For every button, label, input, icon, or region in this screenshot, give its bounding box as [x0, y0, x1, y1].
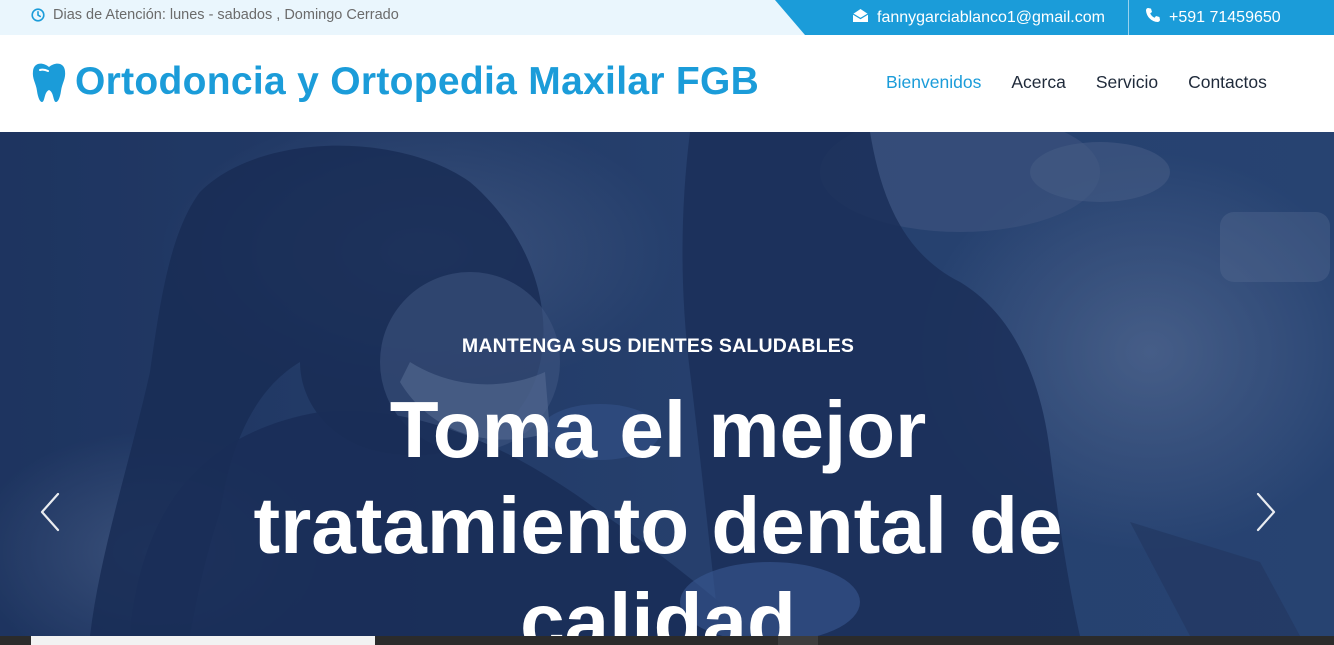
taskbar-app-button[interactable] — [778, 636, 818, 645]
phone-contact[interactable]: +591 71459650 — [1145, 0, 1281, 35]
hero-subtitle: MANTENGA SUS DIENTES SALUDABLES — [461, 335, 855, 357]
hero-title: Toma el mejor tratamiento dental de cali… — [0, 382, 1316, 636]
nav-item-contactos[interactable]: Contactos — [1188, 72, 1267, 93]
taskbar-search-box[interactable] — [31, 636, 375, 645]
clock-icon — [31, 7, 45, 22]
contact-divider — [1128, 0, 1129, 35]
hero-title-line: tratamiento dental de — [253, 481, 1063, 570]
phone-icon — [1145, 7, 1161, 28]
chevron-left-icon — [40, 492, 60, 532]
main-nav: Bienvenidos Acerca Servicio Contactos — [886, 72, 1267, 93]
envelope-icon — [852, 8, 869, 28]
contact-bar: fannygarciablanco1@gmail.com +591 714596… — [775, 0, 1334, 35]
carousel-prev-button[interactable] — [36, 492, 66, 532]
chevron-right-icon — [1256, 492, 1276, 532]
tooth-icon — [31, 61, 67, 103]
hero-title-line: calidad — [520, 577, 796, 636]
email-text[interactable]: fannygarciablanco1@gmail.com — [877, 9, 1105, 27]
brand-name[interactable]: Ortodoncia y Ortopedia Maxilar FGB — [75, 60, 759, 104]
hero-title-line: Toma el mejor — [389, 385, 927, 474]
nav-item-servicio[interactable]: Servicio — [1096, 72, 1158, 93]
top-info-bar: Dias de Atención: lunes - sabados , Domi… — [0, 0, 1334, 35]
main-navbar: Ortodoncia y Ortopedia Maxilar FGB Bienv… — [0, 35, 1334, 132]
brand-logo[interactable]: Ortodoncia y Ortopedia Maxilar FGB — [31, 60, 759, 104]
os-taskbar — [0, 636, 1334, 645]
email-contact[interactable]: fannygarciablanco1@gmail.com — [852, 0, 1105, 35]
opening-hours: Dias de Atención: lunes - sabados , Domi… — [31, 0, 399, 29]
nav-item-acerca[interactable]: Acerca — [1011, 72, 1065, 93]
carousel-next-button[interactable] — [1250, 492, 1280, 532]
hero-carousel: MANTENGA SUS DIENTES SALUDABLES Toma el … — [0, 132, 1334, 636]
nav-item-bienvenidos[interactable]: Bienvenidos — [886, 72, 981, 93]
opening-hours-text: Dias de Atención: lunes - sabados , Domi… — [53, 6, 399, 23]
phone-text[interactable]: +591 71459650 — [1169, 9, 1281, 27]
